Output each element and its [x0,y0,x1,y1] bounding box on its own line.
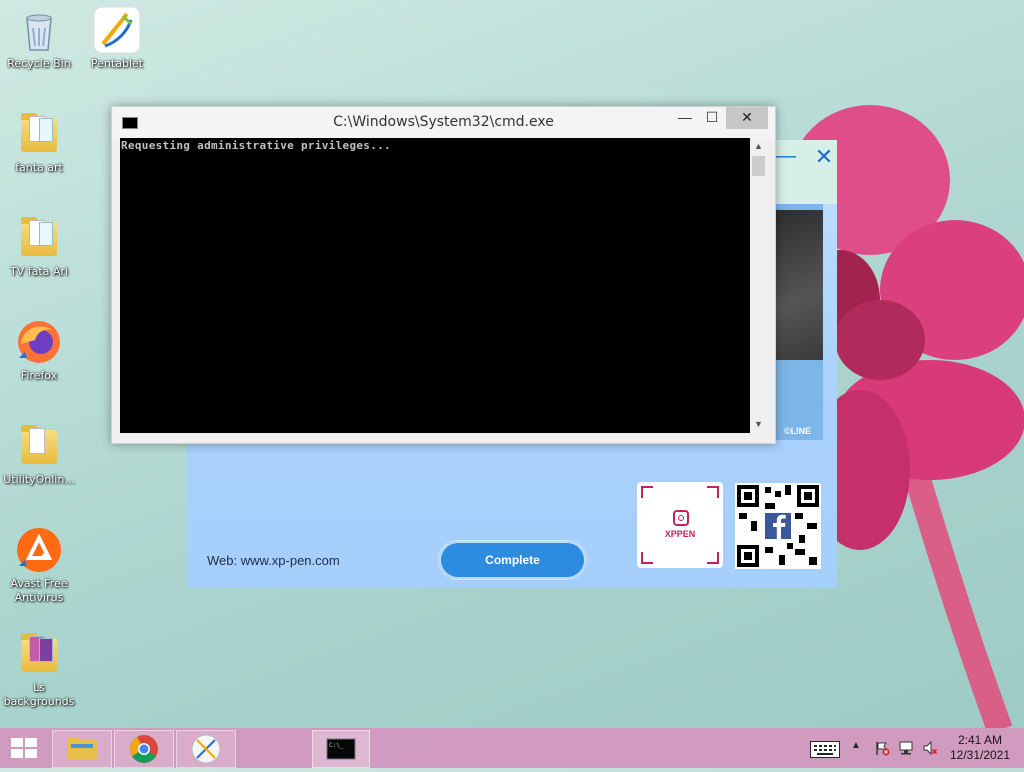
action-center-flag-icon[interactable] [874,740,890,756]
desktop-icon-label: Ls backgrounds [3,681,75,708]
scroll-down-arrow-icon[interactable]: ▼ [750,416,767,433]
desktop-icon-label: UtilityOnlin... [3,473,75,486]
firefox-icon [15,318,63,366]
folder-icon [15,214,63,262]
cmd-titlebar[interactable]: C:\Windows\System32\cmd.exe — ☐ ✕ [112,107,775,138]
desktop-icon-ls-backgrounds[interactable]: Ls backgrounds [0,630,78,709]
desktop-icon-utilityonline[interactable]: UtilityOnlin... [0,422,78,487]
scroll-thumb[interactable] [752,156,765,176]
console-output: Requesting administrative privileges... [121,139,391,152]
volume-muted-icon[interactable] [922,740,938,756]
folder-icon [15,630,63,678]
network-icon[interactable] [898,740,914,756]
taskbar-pentablet[interactable] [176,730,236,768]
scroll-up-arrow-icon[interactable]: ▲ [750,138,767,155]
avast-icon [15,526,63,574]
desktop-icon-label: TV fata Ari [9,265,68,278]
desktop-icon-label: fanta art [15,161,63,174]
keyboard-icon[interactable] [810,741,840,758]
pentablet-icon [93,6,141,54]
website-text: Web: www.xp-pen.com [207,553,340,568]
clock-date: 12/31/2021 [949,748,1011,762]
desktop-icon-label: Firefox [20,369,58,382]
start-button[interactable] [0,728,48,768]
installer-minimize-button[interactable]: — [773,140,799,172]
folder-icon [15,422,63,470]
chrome-icon [130,735,158,763]
folder-icon [67,737,97,760]
clock-time: 2:41 AM [957,733,1003,747]
desktop-icon-label: Pentablet [90,57,144,70]
svg-text:C:\_: C:\_ [329,742,344,749]
cmd-icon: C:\_ [326,738,356,760]
instagram-card[interactable]: XPPEN [637,482,723,568]
vertical-scrollbar[interactable]: ▲ ▼ [750,138,767,433]
taskbar-file-explorer[interactable] [52,730,112,768]
desktop-icon-firefox[interactable]: Firefox [0,318,78,383]
image-copyright: ©LINE [784,426,812,436]
desktop-icon-label: Recycle Bin [7,57,71,70]
console-area[interactable]: Requesting administrative privileges... [120,138,750,433]
instagram-icon [673,510,689,526]
complete-button[interactable]: Complete [438,540,587,580]
taskbar-chrome[interactable] [114,730,174,768]
pentablet-icon [191,734,221,764]
windows-logo-icon [11,738,37,758]
recycle-bin-icon [15,6,63,54]
folder-icon [15,110,63,158]
taskbar: C:\_ ▲ 2:41 AM 12/31/2021 [0,728,1024,768]
taskbar-cmd[interactable]: C:\_ [312,730,370,768]
close-button[interactable]: ✕ [726,107,768,129]
maximize-button[interactable]: ☐ [699,107,725,129]
brand-name: XPPEN [664,529,696,539]
desktop-icon-fanta-art[interactable]: fanta art [0,110,78,175]
installer-close-button[interactable]: ✕ [811,142,837,174]
desktop-icon-recycle-bin[interactable]: Recycle Bin [0,6,78,71]
facebook-qr-code[interactable] [735,483,821,569]
minimize-button[interactable]: — [672,107,698,129]
desktop-icon-avast[interactable]: Avast Free Antivirus [0,526,78,605]
desktop-icon-pentablet[interactable]: Pentablet [78,6,156,71]
system-clock[interactable]: 2:41 AM 12/31/2021 [940,733,1020,763]
cmd-window[interactable]: C:\Windows\System32\cmd.exe — ☐ ✕ Reques… [111,106,776,444]
show-hidden-icons-icon[interactable]: ▲ [851,740,861,751]
tablet-image [773,210,823,360]
desktop-icon-tv-fata-ari[interactable]: TV fata Ari [0,214,78,279]
desktop-icon-label: Avast Free Antivirus [10,577,68,604]
